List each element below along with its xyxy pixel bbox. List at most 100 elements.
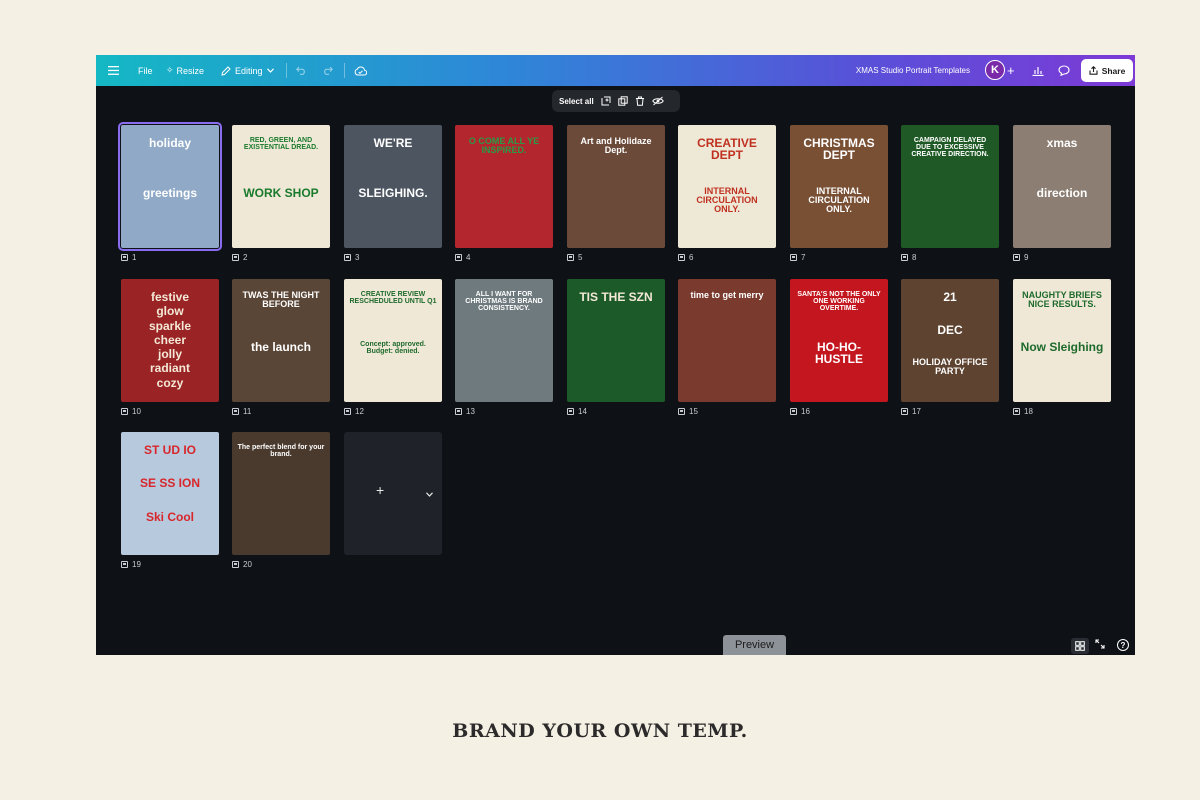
- page-thumbnail-text: time to get merry: [690, 290, 764, 300]
- page-notes-icon[interactable]: [121, 408, 128, 415]
- page-thumbnail[interactable]: CHRISTMAS DEPT INTERNAL CIRCULATION ONLY.: [790, 125, 888, 248]
- select-all-button[interactable]: Select all: [559, 97, 594, 106]
- page-notes-icon[interactable]: [232, 561, 239, 568]
- page-notes-icon[interactable]: [455, 254, 462, 261]
- page-thumbnail-text: Art and Holidaze Dept.: [580, 136, 652, 155]
- page-number-label: 18: [1013, 407, 1033, 416]
- page-number-label: 14: [567, 407, 587, 416]
- page-notes-icon[interactable]: [344, 254, 351, 261]
- page-thumbnail[interactable]: ALL I WANT FOR CHRISTMAS IS BRAND CONSIS…: [455, 279, 553, 402]
- page-thumbnail-text: CREATIVE DEPT: [697, 136, 757, 162]
- chevron-down-icon[interactable]: [426, 484, 433, 502]
- page-notes-icon[interactable]: [121, 254, 128, 261]
- hamburger-menu-icon[interactable]: [108, 55, 119, 86]
- page-thumbnail[interactable]: xmas direction: [1013, 125, 1111, 248]
- document-title[interactable]: XMAS Studio Portrait Templates: [856, 55, 970, 86]
- page-thumbnail-text: radiant: [149, 361, 190, 376]
- page-number: 11: [243, 407, 252, 416]
- cloud-sync-icon[interactable]: [354, 55, 367, 86]
- page-thumbnail-text: 21: [943, 290, 957, 304]
- page-thumbnail[interactable]: ST UD IO SE SS ION Ski Cool: [121, 432, 219, 555]
- analytics-icon[interactable]: [1032, 55, 1044, 86]
- page-notes-icon[interactable]: [678, 408, 685, 415]
- add-page-icon[interactable]: [601, 96, 611, 106]
- page-thumbnail[interactable]: CREATIVE DEPT INTERNAL CIRCULATION ONLY.: [678, 125, 776, 248]
- page-thumbnail[interactable]: 21 DEC HOLIDAY OFFICE PARTY: [901, 279, 999, 402]
- page-notes-icon[interactable]: [567, 254, 574, 261]
- page-notes-icon[interactable]: [121, 561, 128, 568]
- page-thumbnail[interactable]: Art and Holidaze Dept.: [567, 125, 665, 248]
- page-thumbnail-text: ALL I WANT FOR CHRISTMAS IS BRAND CONSIS…: [465, 291, 543, 312]
- page-notes-icon[interactable]: [455, 408, 462, 415]
- page-thumbnail[interactable]: NAUGHTY BRIEFS NICE RESULTS. Now Sleighin…: [1013, 279, 1111, 402]
- file-menu-button[interactable]: File: [138, 55, 153, 86]
- page-thumbnail[interactable]: RED, GREEN, AND EXISTENTIAL DREAD. WORK S…: [232, 125, 330, 248]
- page-notes-icon[interactable]: [901, 408, 908, 415]
- page-thumbnail[interactable]: holiday greetings: [118, 122, 222, 251]
- page-thumbnail-text: cozy: [156, 375, 184, 390]
- page-number: 7: [801, 253, 806, 262]
- preview-tab[interactable]: Preview: [723, 635, 786, 655]
- page-notes-icon[interactable]: [344, 408, 351, 415]
- page-number: 1: [132, 253, 137, 262]
- page-thumbnail[interactable]: time to get merry: [678, 279, 776, 402]
- page-thumbnail[interactable]: The perfect blend for your brand.: [232, 432, 330, 555]
- fullscreen-icon[interactable]: [1095, 639, 1105, 649]
- duplicate-icon[interactable]: [617, 96, 628, 106]
- page-notes-icon[interactable]: [232, 254, 239, 261]
- page-notes-icon[interactable]: [790, 408, 797, 415]
- page-number: 19: [132, 560, 141, 569]
- tagline: BRAND YOUR OWN TEMP.: [452, 720, 748, 742]
- resize-label: Resize: [176, 65, 205, 76]
- page-thumbnail[interactable]: TIS THE SZN: [567, 279, 665, 402]
- page-notes-icon[interactable]: [901, 254, 908, 261]
- grid-view-icon[interactable]: [1071, 638, 1089, 654]
- page-notes-icon[interactable]: [1013, 408, 1020, 415]
- page-thumbnail[interactable]: O COME ALL YE INSPIRED.: [455, 125, 553, 248]
- resize-button[interactable]: ✧ Resize: [166, 55, 204, 86]
- page-thumbnail[interactable]: TWAS THE NIGHT BEFORE the launch: [232, 279, 330, 402]
- page-number-label: 20: [232, 560, 252, 569]
- page-thumbnail-text: HO-HO-HUSTLE: [815, 340, 863, 366]
- page-thumbnail-text: RED, GREEN, AND EXISTENTIAL DREAD.: [243, 137, 319, 151]
- page-thumbnail-text: CHRISTMAS DEPT: [803, 136, 875, 162]
- page-thumbnail[interactable]: CAMPAIGN DELAYED DUE TO EXCESSIVE CREATI…: [901, 125, 999, 248]
- page-number: 17: [912, 407, 921, 416]
- page-thumbnail[interactable]: WE'RE SLEIGHING.: [344, 125, 442, 248]
- page-thumbnail-text: Ski Cool: [145, 509, 194, 524]
- page-number-label: 4: [455, 253, 470, 262]
- add-collaborator-icon[interactable]: +: [1007, 55, 1015, 86]
- page-number-label: 12: [344, 407, 364, 416]
- page-number-label: 8: [901, 253, 916, 262]
- comment-icon[interactable]: [1058, 55, 1070, 86]
- undo-icon[interactable]: [296, 55, 307, 86]
- page-notes-icon[interactable]: [1013, 254, 1020, 261]
- editor-window: File ✧ Resize Editing XMAS Studio Portra…: [96, 55, 1135, 655]
- page-number: 2: [243, 253, 248, 262]
- page-number: 9: [1024, 253, 1029, 262]
- trash-icon[interactable]: [635, 96, 645, 106]
- share-button[interactable]: Share: [1081, 59, 1133, 82]
- add-page-button[interactable]: +: [344, 432, 442, 555]
- page-notes-icon[interactable]: [790, 254, 797, 261]
- editing-mode-button[interactable]: Editing: [221, 55, 274, 86]
- avatar[interactable]: K: [985, 60, 1005, 80]
- share-icon: [1089, 66, 1098, 75]
- page-number-label: 16: [790, 407, 810, 416]
- page-thumbnail[interactable]: CREATIVE REVIEW RESCHEDULED UNTIL Q1 Conc…: [344, 279, 442, 402]
- page-thumbnail-text: CREATIVE REVIEW RESCHEDULED UNTIL Q1: [349, 291, 437, 305]
- page-number: 13: [466, 407, 475, 416]
- editing-label: Editing: [235, 65, 263, 76]
- page-thumbnail-text: direction: [1036, 186, 1088, 200]
- page-thumbnail[interactable]: festive glow sparkle cheer jolly radiant cozy: [121, 279, 219, 402]
- page-notes-icon[interactable]: [678, 254, 685, 261]
- page-notes-icon[interactable]: [567, 408, 574, 415]
- page-thumbnail[interactable]: SANTA'S NOT THE ONLY ONE WORKING OVERTIM…: [790, 279, 888, 402]
- hide-icon[interactable]: [651, 96, 664, 106]
- redo-icon[interactable]: [322, 55, 333, 86]
- top-toolbar: File ✧ Resize Editing XMAS Studio Portra…: [96, 55, 1135, 86]
- page-number-label: 17: [901, 407, 921, 416]
- page-number: 8: [912, 253, 917, 262]
- page-notes-icon[interactable]: [232, 408, 239, 415]
- help-icon[interactable]: ?: [1117, 639, 1129, 651]
